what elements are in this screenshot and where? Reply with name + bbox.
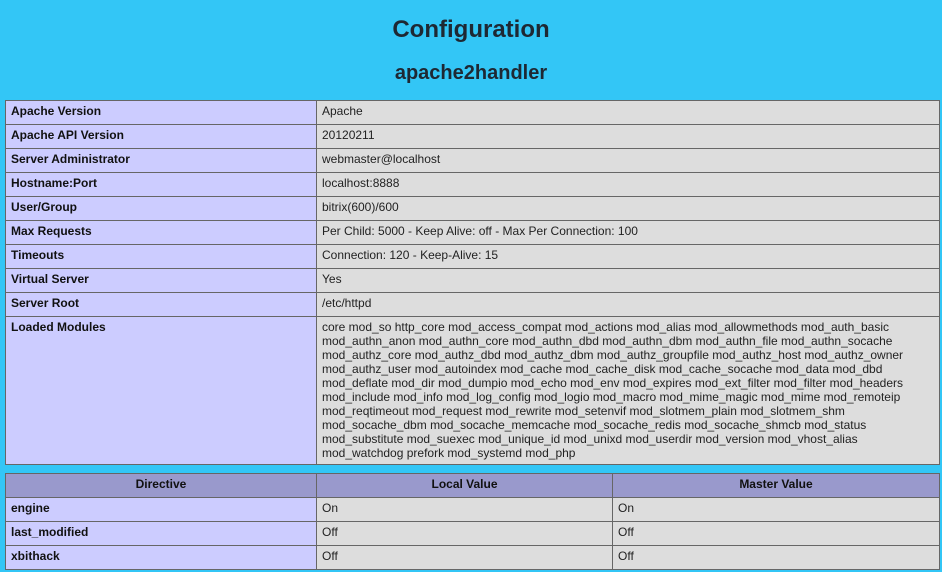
table-row: Loaded Modules core mod_so http_core mod… — [5, 316, 940, 465]
directive-name: last_modified — [5, 521, 317, 546]
info-key-server-root: Server Root — [5, 292, 317, 317]
directives-table: Directive Local Value Master Value engin… — [5, 473, 940, 570]
info-key-apache-version: Apache Version — [5, 100, 317, 125]
table-row: Apache Version Apache — [5, 100, 940, 125]
directive-local-value: Off — [316, 545, 613, 570]
table-row: xbithack Off Off — [5, 545, 940, 570]
info-value-apache-version: Apache — [316, 100, 940, 125]
directive-master-value: Off — [612, 521, 940, 546]
table-row: Max Requests Per Child: 5000 - Keep Aliv… — [5, 220, 940, 245]
info-key-apache-api-version: Apache API Version — [5, 124, 317, 149]
info-value-timeouts: Connection: 120 - Keep-Alive: 15 — [316, 244, 940, 269]
column-header-directive: Directive — [5, 473, 317, 498]
table-row: engine On On — [5, 497, 940, 522]
info-value-hostname-port: localhost:8888 — [316, 172, 940, 197]
directive-master-value: On — [612, 497, 940, 522]
section-title: apache2handler — [394, 62, 548, 84]
info-value-max-requests: Per Child: 5000 - Keep Alive: off - Max … — [316, 220, 940, 245]
table-header-row: Directive Local Value Master Value — [5, 473, 940, 498]
info-value-loaded-modules: core mod_so http_core mod_access_compat … — [316, 316, 940, 465]
directive-name: engine — [5, 497, 317, 522]
info-key-hostname-port: Hostname:Port — [5, 172, 317, 197]
table-row: last_modified Off Off — [5, 521, 940, 546]
column-header-master-value: Master Value — [612, 473, 940, 498]
info-value-server-administrator: webmaster@localhost — [316, 148, 940, 173]
table-row: Hostname:Port localhost:8888 — [5, 172, 940, 197]
table-row: Virtual Server Yes — [5, 268, 940, 293]
directive-name: xbithack — [5, 545, 317, 570]
table-row: Timeouts Connection: 120 - Keep-Alive: 1… — [5, 244, 940, 269]
info-key-user-group: User/Group — [5, 196, 317, 221]
table-row: Server Administrator webmaster@localhost — [5, 148, 940, 173]
directive-master-value: Off — [612, 545, 940, 570]
info-key-timeouts: Timeouts — [5, 244, 317, 269]
info-value-virtual-server: Yes — [316, 268, 940, 293]
info-value-apache-api-version: 20120211 — [316, 124, 940, 149]
page-title: Configuration — [392, 16, 550, 43]
table-row: Server Root /etc/httpd — [5, 292, 940, 317]
info-key-loaded-modules: Loaded Modules — [5, 316, 317, 465]
info-key-server-administrator: Server Administrator — [5, 148, 317, 173]
table-row: User/Group bitrix(600)/600 — [5, 196, 940, 221]
apache-info-table: Apache Version Apache Apache API Version… — [5, 100, 940, 465]
directive-local-value: Off — [316, 521, 613, 546]
info-key-max-requests: Max Requests — [5, 220, 317, 245]
table-row: Apache API Version 20120211 — [5, 124, 940, 149]
directive-local-value: On — [316, 497, 613, 522]
column-header-local-value: Local Value — [316, 473, 613, 498]
info-key-virtual-server: Virtual Server — [5, 268, 317, 293]
info-value-user-group: bitrix(600)/600 — [316, 196, 940, 221]
info-value-server-root: /etc/httpd — [316, 292, 940, 317]
